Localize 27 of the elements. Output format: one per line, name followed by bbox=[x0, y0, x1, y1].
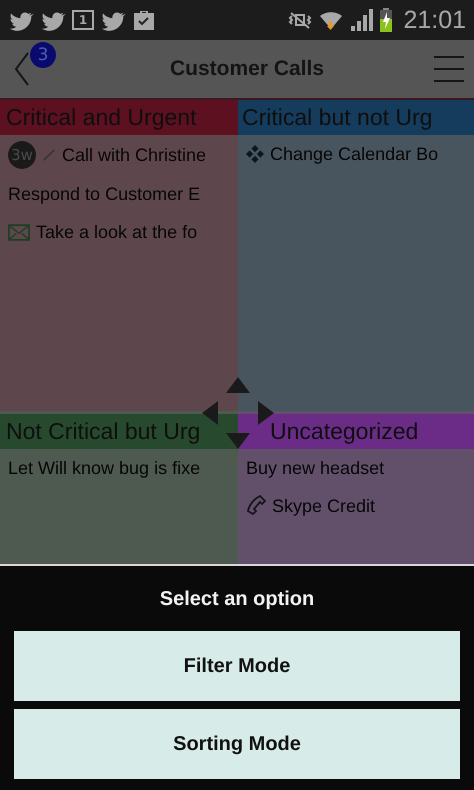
task-item[interactable]: Buy new headset bbox=[246, 458, 384, 478]
task-item[interactable]: Change Calendar Bo bbox=[270, 144, 438, 164]
signal-icon bbox=[349, 9, 374, 31]
option-button[interactable]: Filter Mode bbox=[14, 631, 460, 701]
screen-title: Customer Calls bbox=[168, 57, 326, 81]
menu-icon bbox=[434, 55, 464, 83]
quadrant-header: Uncategorized bbox=[238, 414, 474, 449]
pencil-icon bbox=[42, 148, 56, 162]
quadrant-header: Critical and Urgent bbox=[0, 100, 238, 135]
status-time: 21:01 bbox=[403, 6, 466, 34]
task-item[interactable]: Respond to Customer E bbox=[8, 184, 200, 204]
count-badge: 3 bbox=[30, 42, 56, 68]
task-item[interactable]: Let Will know bug is fixe bbox=[8, 458, 200, 478]
muted-vibrate-icon bbox=[287, 10, 314, 30]
dialog-title: Select an option bbox=[160, 587, 314, 612]
briefcase-check-icon bbox=[132, 9, 156, 31]
envelope-icon bbox=[8, 224, 30, 240]
option-button[interactable]: Sorting Mode bbox=[14, 709, 460, 779]
quadrant-header: Critical but not Urg bbox=[238, 100, 474, 135]
phone-icon bbox=[246, 495, 266, 517]
task-item[interactable]: Skype Credit bbox=[272, 496, 376, 516]
quadrant-header: Not Critical but Urg bbox=[0, 414, 238, 449]
task-item[interactable]: Call with Christine bbox=[62, 144, 206, 166]
battery-charging-icon bbox=[379, 8, 394, 32]
task-item[interactable]: Take a look at the fo bbox=[36, 222, 198, 242]
calendar-icon: 1 bbox=[72, 10, 94, 30]
diamonds-icon bbox=[246, 145, 264, 163]
